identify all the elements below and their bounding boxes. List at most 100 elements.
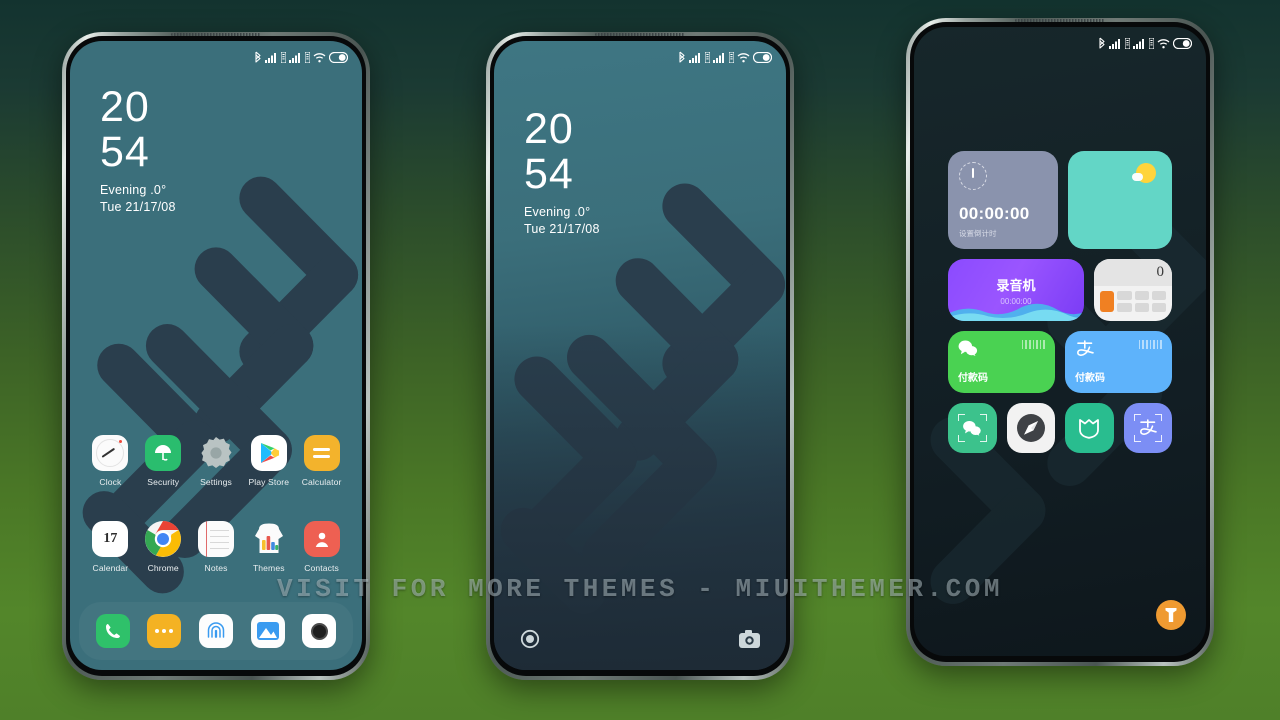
clock-app-icon	[92, 435, 129, 471]
bluetooth-icon	[1099, 37, 1105, 49]
widget-row-3: 付款码 付款码	[948, 331, 1172, 393]
sim-2-icon	[305, 51, 310, 63]
alipay-icon	[1077, 340, 1094, 356]
app-grid-row2: 17 Calendar Chrome Notes Themes Contacts	[70, 521, 362, 573]
notes-app-icon	[197, 521, 234, 557]
themes-app-icon	[251, 521, 287, 557]
phone3-screen: 00:00:00 设置倒计时 录音机 00:00:00 0 付款码 付款码	[914, 27, 1206, 656]
phone1-screen: 20 54 Evening .0° Tue 21/17/08 Clock Sec…	[70, 41, 362, 670]
calculator-keys[interactable]	[1094, 286, 1172, 317]
wechat-scan-icon	[963, 420, 981, 436]
mi-home-shortcut[interactable]	[1065, 403, 1114, 453]
play-store-app-icon	[250, 435, 287, 471]
wechat-pay-widget[interactable]: 付款码	[948, 331, 1055, 393]
wifi-icon	[313, 52, 326, 62]
phone2-bezel: 20 54 Evening .0° Tue 21/17/08	[490, 33, 790, 676]
status-bar-lock	[494, 41, 786, 67]
app-notes[interactable]: Notes	[190, 521, 243, 573]
sim-2-icon	[1149, 37, 1154, 49]
app-label: Settings	[200, 477, 232, 487]
sim-2-icon	[729, 51, 734, 63]
calculator-widget[interactable]: 0	[1094, 259, 1172, 321]
app-calculator[interactable]: Calculator	[295, 435, 348, 487]
phone-device-lock: 20 54 Evening .0° Tue 21/17/08	[486, 32, 794, 680]
barcode-icon	[1021, 340, 1045, 349]
lock-shortcut-bar	[494, 626, 786, 656]
calendar-day: 17	[103, 531, 118, 546]
gallery-dock-icon[interactable]	[250, 614, 285, 648]
app-security[interactable]: Security	[137, 435, 190, 487]
app-settings[interactable]: Settings	[190, 435, 243, 487]
mi-home-icon	[1079, 419, 1100, 439]
clock-hours: 20	[100, 83, 150, 131]
battery-icon	[753, 51, 772, 63]
audio-wave-icon	[948, 303, 1084, 321]
phone1-bezel: 20 54 Evening .0° Tue 21/17/08 Clock Sec…	[66, 33, 366, 676]
earpiece-grille-icon	[595, 33, 685, 36]
app-clock[interactable]: Clock	[84, 435, 137, 487]
app-play-store[interactable]: Play Store	[242, 435, 295, 487]
widget-row-1: 00:00:00 设置倒计时	[948, 151, 1172, 249]
battery-icon	[329, 51, 348, 63]
timer-value: 00:00:00	[959, 204, 1030, 223]
signal-1-icon	[689, 52, 700, 63]
app-label: Clock	[99, 477, 122, 487]
weather-widget[interactable]	[1068, 151, 1172, 249]
earpiece-grille-icon	[1015, 19, 1105, 22]
app-calendar[interactable]: 17 Calendar	[84, 521, 137, 573]
signal-2-icon	[289, 52, 300, 63]
phone3-bezel: 00:00:00 设置倒计时 录音机 00:00:00 0 付款码 付款码	[910, 19, 1210, 662]
clock-weather: Evening .0°	[100, 183, 167, 197]
status-bar-home	[70, 41, 362, 67]
alipay-pay-widget[interactable]: 付款码	[1065, 331, 1172, 393]
app-grid-row1: Clock Security Settings Play Store Calcu…	[70, 435, 362, 487]
app-label: Contacts	[304, 563, 339, 573]
phone-dock-icon[interactable]	[95, 614, 130, 648]
bluetooth-icon	[255, 51, 261, 63]
widget-stack: 00:00:00 设置倒计时 录音机 00:00:00 0 付款码 付款码	[948, 151, 1172, 453]
phone-device-widgets: 00:00:00 设置倒计时 录音机 00:00:00 0 付款码 付款码	[906, 18, 1214, 666]
signal-2-icon	[713, 52, 724, 63]
phone2-screen: 20 54 Evening .0° Tue 21/17/08	[494, 41, 786, 670]
lock-clock-widget[interactable]: 20 54 Evening .0° Tue 21/17/08	[524, 108, 600, 237]
recorder-title: 录音机	[996, 277, 1036, 293]
torch-ring-icon[interactable]	[520, 629, 540, 654]
alipay-scan-shortcut[interactable]	[1123, 403, 1172, 453]
wifi-icon	[737, 52, 750, 62]
calculator-value: 0	[1156, 264, 1165, 280]
app-label: Themes	[252, 563, 285, 573]
flashlight-button[interactable]	[1156, 600, 1186, 630]
bluetooth-icon	[679, 51, 685, 63]
signal-2-icon	[1133, 38, 1144, 49]
recorder-widget[interactable]: 录音机 00:00:00	[948, 259, 1084, 321]
app-contacts[interactable]: Contacts	[295, 521, 348, 573]
wifi-icon	[1157, 38, 1170, 48]
calculator-app-icon	[303, 435, 340, 471]
security-app-icon	[145, 435, 182, 471]
app-chrome[interactable]: Chrome	[137, 521, 190, 573]
clock-minutes: 54	[100, 128, 150, 176]
earpiece-grille-icon	[171, 33, 261, 36]
sim-1-icon	[705, 51, 710, 63]
camera-dock-icon[interactable]	[302, 614, 337, 648]
wechat-scan-shortcut[interactable]	[948, 403, 997, 453]
wechat-pay-label: 付款码	[958, 373, 988, 384]
battery-icon	[1173, 37, 1192, 49]
clock-date: Tue 21/17/08	[100, 200, 176, 214]
camera-shortcut-icon[interactable]	[739, 629, 760, 653]
cloud-shape-icon	[1132, 173, 1143, 181]
timer-widget[interactable]: 00:00:00 设置倒计时	[948, 151, 1058, 249]
clock-weather: Evening .0°	[524, 205, 591, 219]
chrome-app-icon	[145, 521, 182, 557]
home-clock-widget[interactable]: 20 54 Evening .0° Tue 21/17/08	[100, 83, 176, 215]
flashlight-icon	[1165, 608, 1177, 622]
safari-compass-icon	[1016, 414, 1045, 442]
safari-shortcut[interactable]	[1006, 403, 1055, 453]
contacts-app-icon	[303, 521, 340, 557]
fingerprint-dock-icon[interactable]	[198, 614, 233, 648]
phone-device-home: 20 54 Evening .0° Tue 21/17/08 Clock Sec…	[62, 32, 370, 680]
app-themes[interactable]: Themes	[242, 521, 295, 573]
messages-dock-icon[interactable]	[147, 614, 182, 648]
app-label: Play Store	[248, 477, 290, 487]
calculator-display: 0	[1094, 259, 1172, 286]
